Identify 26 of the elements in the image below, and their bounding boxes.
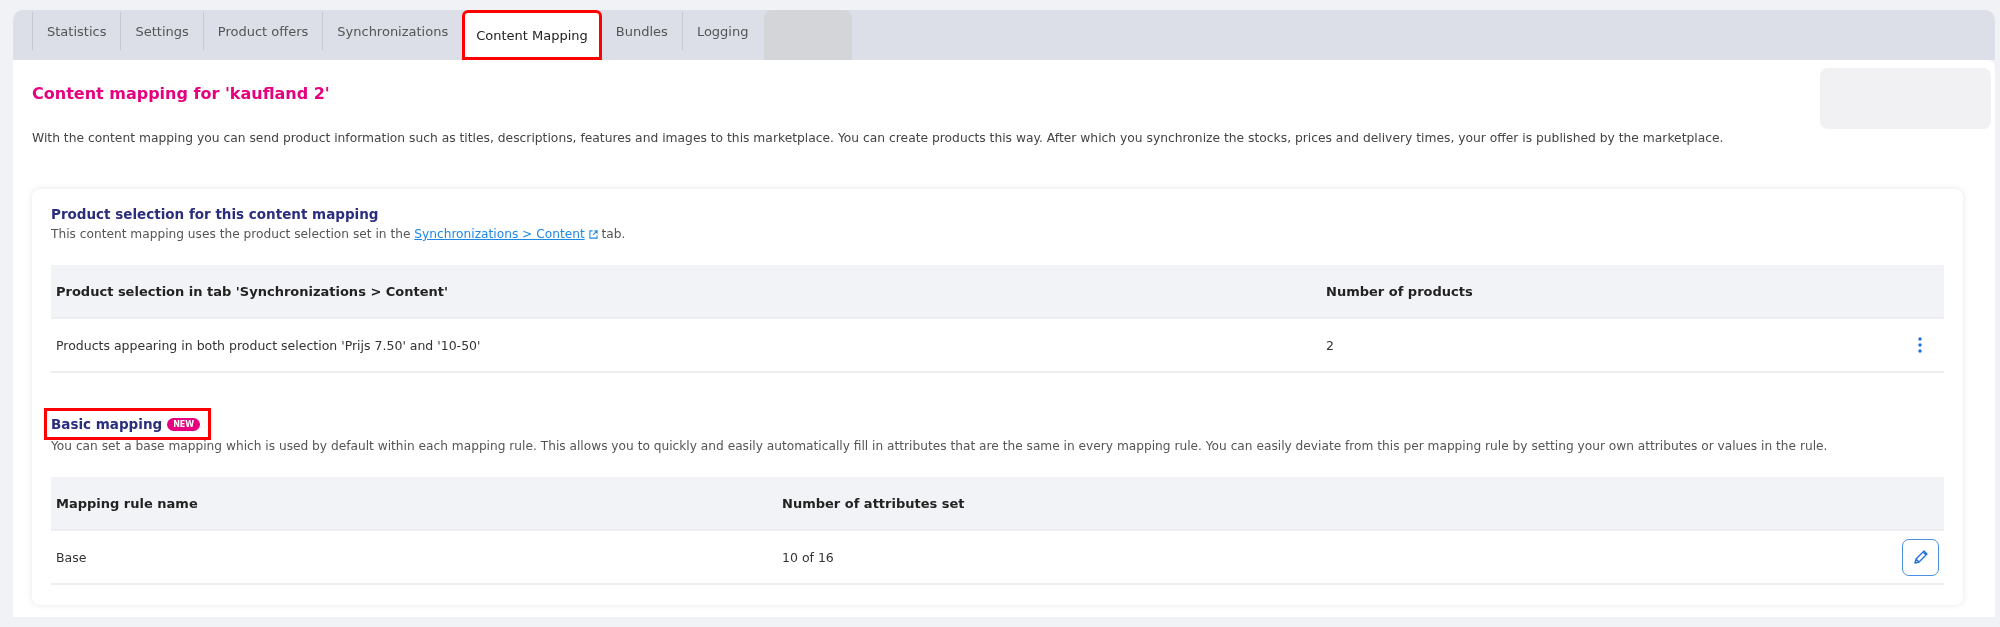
column-header: Number of products <box>1326 283 1474 299</box>
column-header: Number of attributes set <box>782 495 966 511</box>
page-description: With the content mapping you can send product information such as titles, descriptions, features and images to this marketplace. You can create products this way. After which you synchronize the stocks, prices and delivery times, your offer is published by the marketplace. <box>32 131 1725 145</box>
tab[interactable]: Bundles <box>601 12 682 50</box>
pencil-icon <box>1912 549 1929 565</box>
section-description: You can set a base mapping which is used by default within each mapping rule. This allows you to quickly and easily automatically fill in attributes that are the same in every mapping rule. You can easily deviate from this per mapping rule by setting your own attributes or values in the rule. <box>51 439 1829 453</box>
link[interactable]: Synchronizations > Content <box>414 227 598 241</box>
table-cell-text: Base <box>56 549 88 565</box>
tab[interactable]: Logging <box>681 12 763 50</box>
section-description: This content mapping uses the product selection set in the Synchronizations > Content tab. <box>51 227 627 241</box>
table-cell-text: Products appearing in both product selection 'Prijs 7.50' and '10-50' <box>56 337 482 353</box>
column-header: Product selection in tab 'Synchronizations > Content' <box>56 283 450 299</box>
table-cell-text: 2 <box>1326 337 1335 353</box>
tab[interactable]: Statistics <box>32 12 121 50</box>
section-title: Product selection for this content mapping <box>51 206 379 222</box>
tab[interactable]: Product offers <box>202 12 323 50</box>
section-title: Basic mapping <box>51 416 163 432</box>
more-options-icon[interactable] <box>1918 337 1922 353</box>
column-header: Mapping rule name <box>56 495 199 511</box>
page-title: Content mapping for 'kaufland 2' <box>32 84 330 103</box>
external-link-icon <box>588 230 598 239</box>
table-cell-text: 10 of 16 <box>782 549 835 565</box>
new-badge: NEW <box>167 417 201 431</box>
edit-button[interactable] <box>1902 538 1939 576</box>
tab[interactable]: Settings <box>120 12 203 50</box>
tab[interactable]: Content Mapping <box>462 10 602 60</box>
